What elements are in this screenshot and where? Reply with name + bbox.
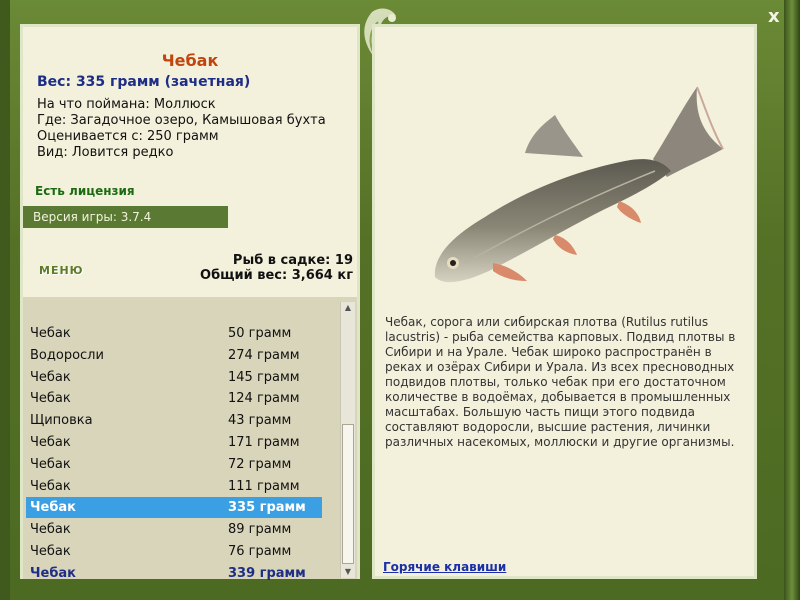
background-strip <box>784 0 800 600</box>
list-item[interactable]: Чебак 335 грамм <box>26 497 322 519</box>
list-item-name: Чебак <box>30 326 71 341</box>
valued-info: Оценивается с: 250 грамм <box>37 129 219 144</box>
list-item-weight: 274 грамм <box>228 347 300 363</box>
list-item-name: Чебак <box>30 544 71 559</box>
version-bar: Версия игры: 3.7.4 <box>23 206 228 228</box>
list-item[interactable]: Водоросли 274 грамм <box>26 345 322 366</box>
list-item-weight: 50 грамм <box>228 326 292 341</box>
catch-list[interactable]: Чебак 50 грамм Водоросли 274 грамм Чебак 145 … <box>23 297 357 581</box>
list-item[interactable]: Чебак 171 грамм <box>26 432 322 453</box>
list-item[interactable]: Чебак 111 грамм <box>26 476 322 497</box>
scroll-up-icon[interactable]: ▲ <box>341 302 355 314</box>
list-item-weight: 111 грамм <box>228 478 300 494</box>
close-button[interactable]: x <box>768 6 780 27</box>
fish-title: Чебак <box>161 51 219 70</box>
list-item-weight: 89 грамм <box>228 522 292 538</box>
fish-description-panel: Чебак, сорога или сибирская плотва (Ruti… <box>372 24 757 579</box>
list-item-name: Чебак <box>30 478 71 494</box>
list-item-name: Чебак <box>30 435 71 450</box>
list-item-name: Чебак <box>30 522 71 538</box>
list-item-name: Водоросли <box>30 347 104 363</box>
kind-info: Вид: Ловится редко <box>37 145 174 160</box>
fish-weight: Вес: 335 грамм (зачетная) <box>37 74 251 90</box>
list-item[interactable]: Чебак 50 грамм <box>26 323 322 344</box>
list-item[interactable]: Чебак 72 грамм <box>26 454 322 475</box>
bait-info: На что поймана: Моллюск <box>37 97 216 112</box>
list-item-name: Щиповка <box>30 413 93 429</box>
list-item-name: Чебак <box>30 456 71 472</box>
list-item[interactable]: Чебак 339 грамм <box>26 563 322 584</box>
list-item-name: Чебак <box>30 565 76 581</box>
list-item-name: Чебак <box>30 391 71 407</box>
list-item-weight: 76 грамм <box>228 544 292 559</box>
catch-info-panel: Чебак Вес: 335 грамм (зачетная) На что п… <box>20 24 360 581</box>
location-info: Где: Загадочное озеро, Камышовая бухта <box>37 113 326 128</box>
fish-count: Рыб в садке: 19 <box>232 253 353 268</box>
hotkeys-link[interactable]: Горячие клавиши <box>383 560 506 574</box>
keepnet-stats: Рыб в садке: 19 Общий вес: 3,664 кг <box>200 253 353 283</box>
list-item-weight: 145 грамм <box>228 369 300 385</box>
list-item[interactable]: Щиповка 43 грамм <box>26 410 322 431</box>
license-status: Есть лицензия <box>35 184 135 198</box>
list-item-name: Чебак <box>30 369 71 385</box>
fish-description: Чебак, сорога или сибирская плотва (Ruti… <box>385 315 736 449</box>
fish-illustration <box>434 86 724 283</box>
list-item-weight: 124 грамм <box>228 391 300 407</box>
list-item-weight: 335 грамм <box>228 500 306 516</box>
list-item[interactable]: Чебак 124 грамм <box>26 388 322 409</box>
frame-left-edge <box>0 0 10 600</box>
total-weight: Общий вес: 3,664 кг <box>200 268 353 283</box>
close-icon[interactable]: x <box>768 6 780 27</box>
list-item-weight: 72 грамм <box>228 456 292 472</box>
list-item[interactable]: Чебак 145 грамм <box>26 367 322 388</box>
list-item[interactable]: Чебак 89 грамм <box>26 519 322 540</box>
catch-list-scrollbar[interactable]: ▲ ▼ <box>340 302 355 578</box>
list-item-name: Чебак <box>30 500 76 516</box>
list-item-weight: 339 грамм <box>228 565 306 581</box>
menu-button[interactable]: МЕНЮ <box>39 264 84 277</box>
scroll-down-icon[interactable]: ▼ <box>341 566 355 578</box>
list-item-weight: 43 грамм <box>228 413 292 429</box>
scrollbar-thumb[interactable] <box>342 424 354 564</box>
list-item-weight: 171 грамм <box>228 435 300 450</box>
list-item[interactable]: Чебак 76 грамм <box>26 541 322 562</box>
